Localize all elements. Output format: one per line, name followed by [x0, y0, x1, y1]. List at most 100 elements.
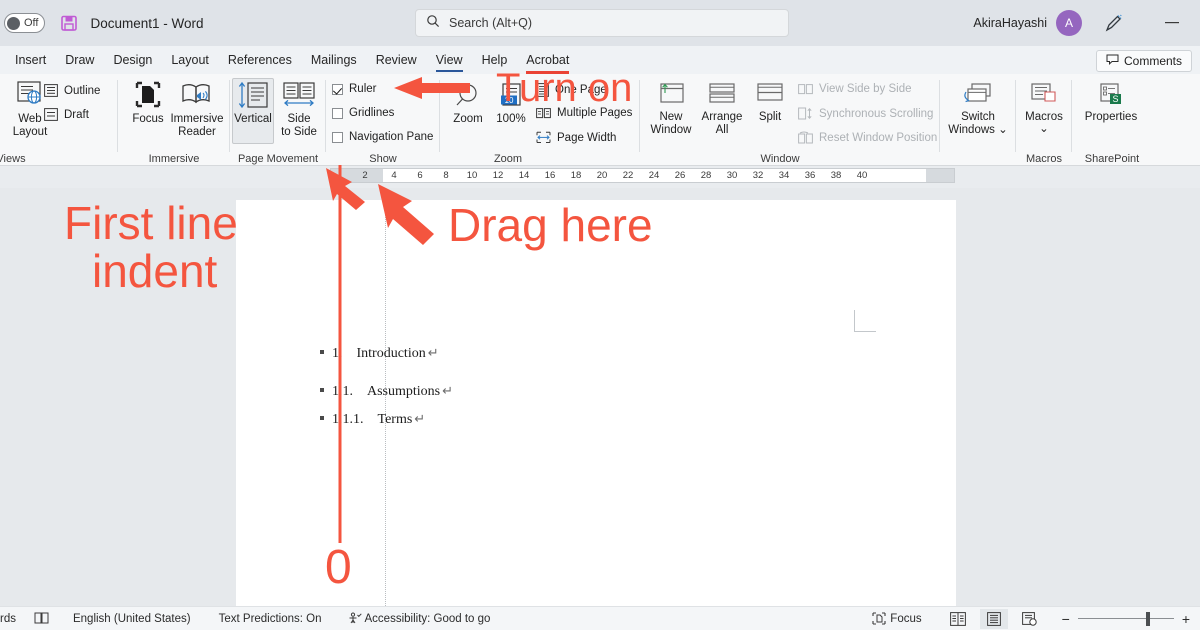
gridlines-checkbox[interactable]: Gridlines — [332, 107, 394, 119]
zoom-100-button[interactable]: 10 100% — [490, 82, 532, 126]
zoom-in-button[interactable]: + — [1182, 611, 1190, 627]
vertical-button[interactable]: Vertical — [232, 80, 274, 126]
draft-button[interactable]: Draft — [44, 108, 89, 121]
document-workspace[interactable]: 1. Introduction ↵ 1.1. Assumptions ↵ 1.1… — [0, 188, 1200, 606]
gridlines-label: Gridlines — [349, 107, 395, 119]
avatar[interactable]: A — [1056, 10, 1082, 36]
language-status[interactable]: English (United States) — [73, 613, 191, 625]
minimize-button[interactable] — [1152, 0, 1192, 46]
arrange-all-button[interactable]: Arrange All — [696, 82, 748, 137]
ruler-tick-20: 20 — [596, 170, 608, 181]
page-width-icon — [536, 131, 551, 143]
zoom-slider-thumb[interactable] — [1145, 611, 1150, 626]
ruler-checkbox[interactable]: Ruler — [332, 83, 376, 95]
read-mode-icon[interactable] — [944, 609, 972, 629]
status-bar: rds English (United States) Text Predict… — [0, 606, 1200, 630]
search-input[interactable]: Search (Alt+Q) — [415, 9, 789, 37]
text-predictions-status[interactable]: Text Predictions: On — [219, 613, 322, 625]
search-icon — [426, 14, 440, 33]
tab-acrobat[interactable]: Acrobat — [517, 49, 578, 74]
vertical-ruler[interactable] — [222, 188, 236, 606]
new-window-label-line1: New — [659, 111, 683, 123]
zoom-slider[interactable] — [1077, 611, 1174, 626]
tab-design[interactable]: Design — [104, 49, 161, 72]
tab-insert[interactable]: Insert — [6, 49, 55, 72]
focus-icon[interactable] — [872, 612, 886, 625]
new-window-button[interactable]: New Window — [646, 82, 696, 137]
document-line-1[interactable]: 1. Introduction ↵ — [320, 345, 852, 362]
checkbox-icon — [332, 131, 343, 143]
web-layout-icon[interactable] — [1016, 609, 1044, 629]
list-number: 1.1. — [332, 384, 353, 399]
macros-button[interactable]: Macros ⌄ — [1018, 82, 1070, 136]
ribbon-group-macros: Macros ⌄ Macros — [1016, 74, 1072, 166]
outline-icon — [44, 84, 58, 97]
synchronous-scrolling-label: Synchronous Scrolling — [819, 107, 934, 120]
tab-draw[interactable]: Draw — [56, 49, 103, 72]
multiple-pages-button[interactable]: Multiple Pages — [536, 107, 632, 119]
checkbox-checked-icon — [332, 83, 343, 95]
autosave-label: Off — [24, 17, 39, 29]
page-width-button[interactable]: Page Width — [536, 131, 616, 144]
comments-button[interactable]: Comments — [1095, 50, 1192, 72]
navigation-pane-checkbox[interactable]: Navigation Pane — [332, 131, 433, 143]
proofing-icon[interactable] — [34, 612, 49, 625]
document-text-column[interactable]: 1. Introduction ↵ 1.1. Assumptions ↵ 1.1… — [320, 345, 852, 439]
view-side-by-side-button: View Side by Side — [798, 83, 911, 95]
pen-draw-icon[interactable] — [1101, 12, 1125, 36]
print-layout-icon[interactable] — [979, 608, 1008, 629]
tab-mailings[interactable]: Mailings — [302, 49, 366, 72]
ruler-tick-40: 40 — [856, 170, 868, 181]
split-button[interactable]: Split — [750, 82, 790, 124]
word-count[interactable]: rds — [0, 613, 16, 625]
tab-review[interactable]: Review — [367, 49, 426, 72]
reset-window-position-button: Reset Window Position — [798, 131, 937, 144]
zoom-out-button[interactable]: − — [1062, 611, 1070, 627]
immersive-reader-label-line2: Reader — [178, 126, 216, 138]
switch-windows-button[interactable]: Switch Windows ⌄ — [944, 82, 1012, 137]
outline-button[interactable]: Outline — [44, 84, 100, 97]
horizontal-ruler[interactable]: 2 4 6 8 10 12 14 16 18 20 22 24 26 28 30… — [330, 168, 955, 183]
list-number: 1.1.1. — [332, 412, 364, 427]
zoom-button[interactable]: Zoom — [446, 82, 490, 126]
tab-help[interactable]: Help — [473, 49, 517, 72]
side-to-side-button[interactable]: Side to Side — [276, 80, 322, 139]
paragraph-mark-icon: ↵ — [442, 383, 454, 398]
focus-label: Focus — [132, 113, 164, 125]
chevron-down-icon[interactable]: ⌄ — [1039, 123, 1049, 136]
svg-text:S: S — [1112, 94, 1118, 104]
multiple-pages-icon — [536, 108, 551, 119]
autosave-toggle[interactable]: Off — [4, 13, 46, 33]
document-line-2[interactable]: 1.1. Assumptions ↵ — [320, 383, 852, 400]
document-line-3[interactable]: 1.1.1. Terms ↵ — [320, 411, 852, 428]
split-label: Split — [758, 111, 782, 123]
ruler-tick-36: 36 — [804, 170, 816, 181]
list-bullet-icon — [320, 416, 324, 420]
ruler-tick-26: 26 — [674, 170, 686, 181]
ribbon-group-label-views: Views — [0, 153, 26, 165]
account-area[interactable]: AkiraHayashi A — [973, 0, 1082, 46]
view-side-by-side-label: View Side by Side — [819, 83, 912, 95]
ribbon-group-views: Web Layout Outline Draft iews — [0, 74, 118, 166]
tab-layout[interactable]: Layout — [162, 49, 218, 72]
list-bullet-icon — [320, 388, 324, 392]
tab-references[interactable]: References — [219, 49, 301, 72]
zoom-percent-label: 100% — [496, 113, 526, 125]
save-icon[interactable] — [59, 13, 79, 33]
immersive-reader-button[interactable]: Immersive Reader — [166, 80, 228, 139]
properties-button[interactable]: S Properties — [1074, 82, 1148, 124]
chevron-down-icon: ⌄ — [998, 124, 1008, 136]
new-window-label-line2: Window — [650, 124, 692, 136]
title-bar: Off Document1 - Word Search (Alt+Q) Akir… — [0, 0, 1200, 46]
accessibility-status[interactable]: Accessibility: Good to go — [365, 613, 491, 625]
document-page[interactable]: 1. Introduction ↵ 1.1. Assumptions ↵ 1.1… — [236, 200, 956, 606]
list-text: Terms — [377, 412, 413, 427]
focus-button[interactable]: Focus — [126, 80, 170, 126]
accessibility-icon — [348, 612, 362, 625]
switch-windows-label-line1: Switch — [961, 111, 995, 123]
list-number: 1. — [332, 346, 343, 361]
focus-status[interactable]: Focus — [890, 613, 921, 625]
tab-view[interactable]: View — [427, 49, 472, 72]
one-page-button[interactable]: One Page — [536, 83, 607, 97]
paragraph-mark-icon: ↵ — [427, 345, 439, 360]
